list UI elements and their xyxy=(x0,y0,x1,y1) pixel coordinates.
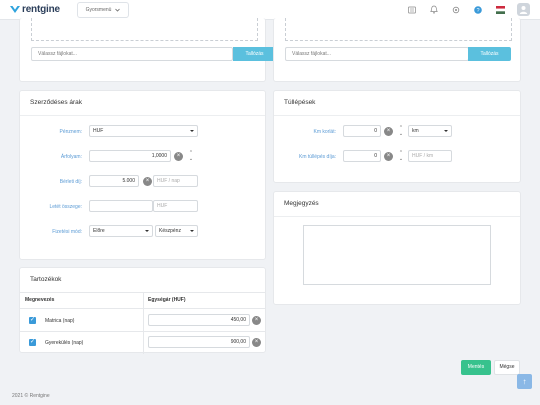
settings-icon[interactable] xyxy=(451,5,461,15)
payment-timing-select[interactable]: Előre xyxy=(89,225,153,237)
contract-prices-title: Szerződéses árak xyxy=(30,99,83,106)
row-price-value: 900,00 xyxy=(230,339,246,345)
currency-select[interactable]: HUF xyxy=(89,125,198,137)
browse-button-left[interactable]: Tallózás xyxy=(233,47,276,61)
km-limit-input[interactable]: 0 xyxy=(343,125,381,137)
dropzone-left[interactable] xyxy=(31,18,258,41)
help-icon[interactable]: ? xyxy=(473,5,483,15)
exchange-rate-label: Árfolyam: xyxy=(60,154,82,160)
scroll-to-top-icon[interactable]: ↑ xyxy=(517,374,532,389)
dropzone-right[interactable] xyxy=(285,18,512,41)
payment-method-value: Készpénz xyxy=(159,228,181,234)
user-avatar-icon[interactable] xyxy=(517,3,530,16)
logo-text: rentgine xyxy=(22,4,60,15)
km-overage-fee-input[interactable]: 0 xyxy=(343,150,381,162)
chevron-down-icon xyxy=(145,230,149,232)
currency-value: HUF xyxy=(93,128,104,134)
browse-button-right[interactable]: Tallózás xyxy=(468,47,511,61)
payment-timing-value: Előre xyxy=(93,228,105,234)
deposit-unit: HUF xyxy=(153,200,198,212)
km-limit-value: 0 xyxy=(374,128,377,134)
km-overage-fee-stepper[interactable]: ⌃ ⌄ xyxy=(397,150,405,162)
chevron-down-icon xyxy=(190,130,194,132)
km-overage-fee-label: Km túllépés díja: xyxy=(299,154,336,160)
clear-icon[interactable]: × xyxy=(252,316,261,325)
row-checkbox[interactable]: ✓ xyxy=(29,339,36,346)
deposit-label: Letét összege: xyxy=(49,204,82,210)
row-name: Matrica (nap) xyxy=(45,318,75,324)
save-button[interactable]: Mentés xyxy=(461,360,491,375)
rental-fee-input[interactable]: 5.000 xyxy=(89,175,139,187)
overage-card: Túllépések Km korlát: 0 × ⌃ ⌄ km Km túllé… xyxy=(273,90,521,183)
contract-prices-card: Szerződéses árak Pénznem: HUF Árfolyam: … xyxy=(19,90,266,260)
rental-fee-unit: HUF / nap xyxy=(153,175,198,187)
clear-icon[interactable]: × xyxy=(384,152,393,161)
document-icon[interactable] xyxy=(407,5,417,15)
rental-fee-unit-placeholder: HUF / nap xyxy=(157,178,180,184)
notes-title: Megjegyzés xyxy=(284,200,319,207)
km-overage-fee-unit: HUF / km xyxy=(408,150,452,162)
row-checkbox[interactable]: ✓ xyxy=(29,317,36,324)
km-unit-select[interactable]: km xyxy=(408,125,452,137)
accessories-card: Tartozékok Megnevezés Egységár (HUF) ✓ M… xyxy=(19,267,266,354)
km-overage-fee-unit-placeholder: HUF / km xyxy=(412,153,434,159)
quick-menu-dropdown[interactable]: Gyorsmenü xyxy=(77,2,129,18)
chevron-down-icon xyxy=(115,8,121,12)
svg-text:?: ? xyxy=(476,7,479,13)
payment-mode-label: Fizetési mód: xyxy=(52,229,82,235)
row-price-input[interactable]: 900,00 xyxy=(148,336,250,348)
upload-card-left: Válassz fájlokat... Tallózás xyxy=(19,18,276,82)
clear-icon[interactable]: × xyxy=(384,127,393,136)
file-input-left[interactable]: Válassz fájlokat... xyxy=(31,47,233,61)
currency-label: Pénznem: xyxy=(59,129,82,135)
km-overage-fee-value: 0 xyxy=(374,153,377,159)
clear-icon[interactable]: × xyxy=(174,152,183,161)
logo-mark-icon xyxy=(10,6,20,13)
column-header-name: Megnevezés xyxy=(25,297,55,303)
accessories-title: Tartozékok xyxy=(30,276,62,283)
exchange-rate-value: 1,0000 xyxy=(151,153,167,159)
bell-icon[interactable] xyxy=(429,5,439,15)
km-limit-label: Km korlát: xyxy=(313,129,336,135)
row-price-input[interactable]: 450,00 xyxy=(148,314,250,326)
deposit-unit-placeholder: HUF xyxy=(157,203,168,209)
row-price-value: 450,00 xyxy=(230,317,246,323)
row-name: Gyerekülés (nap) xyxy=(45,340,84,346)
clear-icon[interactable]: × xyxy=(143,177,152,186)
notes-textarea[interactable] xyxy=(303,225,491,285)
file-input-right[interactable]: Válassz fájlokat... xyxy=(285,47,469,61)
column-header-unit-price: Egységár (HUF) xyxy=(148,297,186,303)
exchange-rate-stepper[interactable]: ⌃ ⌄ xyxy=(187,150,195,162)
flag-hu-icon[interactable] xyxy=(495,5,505,15)
chevron-down-icon xyxy=(444,130,448,132)
cancel-button[interactable]: Mégse xyxy=(494,360,520,375)
logo[interactable]: rentgine xyxy=(10,4,60,15)
km-limit-stepper[interactable]: ⌃ ⌄ xyxy=(397,125,405,137)
upload-card-right: Válassz fájlokat... Tallózás xyxy=(273,18,521,82)
rental-fee-label: Bérleti díj: xyxy=(59,179,82,185)
exchange-rate-input[interactable]: 1,0000 xyxy=(89,150,171,162)
clear-icon[interactable]: × xyxy=(252,338,261,347)
top-bar: rentgine Gyorsmenü ? xyxy=(0,0,540,20)
quick-menu-label: Gyorsmenü xyxy=(85,7,112,13)
chevron-down-icon xyxy=(190,230,194,232)
overage-title: Túllépések xyxy=(284,99,316,106)
footer-copyright: 2021 © Rentgine xyxy=(12,393,50,399)
payment-method-select[interactable]: Készpénz xyxy=(155,225,198,237)
km-unit-value: km xyxy=(412,128,419,134)
rental-fee-value: 5.000 xyxy=(122,178,135,184)
deposit-input[interactable] xyxy=(89,200,153,212)
